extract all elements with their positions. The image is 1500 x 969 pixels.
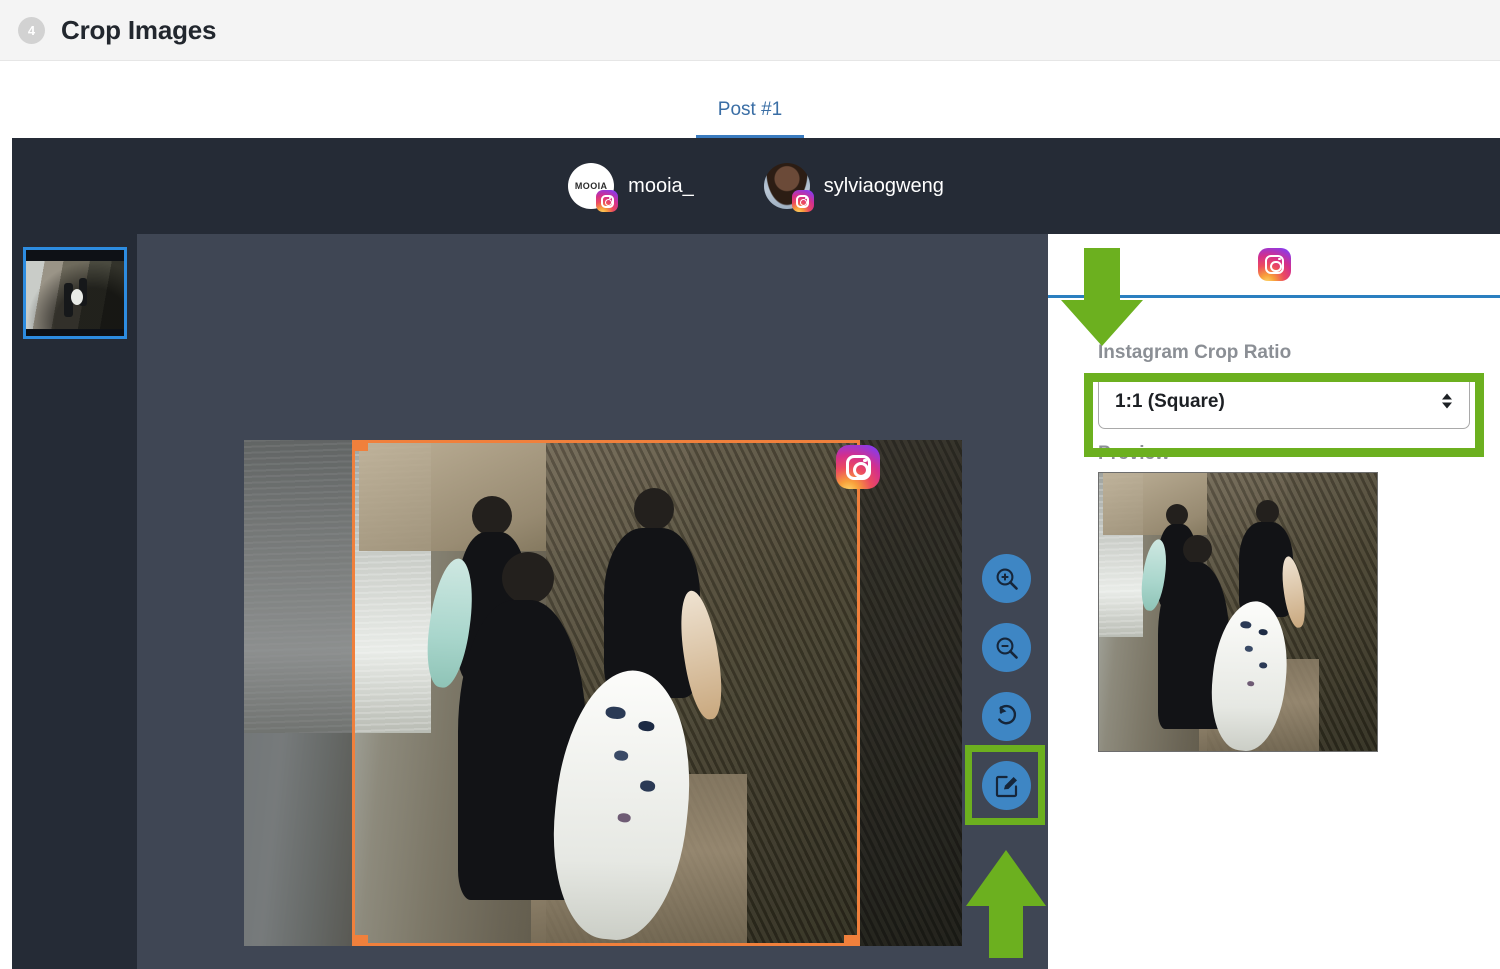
zoom-out-button[interactable] xyxy=(982,623,1031,672)
page-header: 4 Crop Images xyxy=(0,0,1500,61)
reset-button[interactable] xyxy=(982,692,1031,741)
thumbnail-item[interactable] xyxy=(23,247,127,339)
zoom-in-button[interactable] xyxy=(982,554,1031,603)
account-item[interactable]: sylviaogweng xyxy=(764,163,944,209)
instagram-icon[interactable] xyxy=(1258,248,1291,281)
instagram-badge-icon xyxy=(792,190,814,212)
account-name: mooia_ xyxy=(628,175,694,198)
undo-arrow-icon xyxy=(994,704,1020,730)
preview-image xyxy=(1098,473,1378,752)
crop-ratio-label: Instagram Crop Ratio xyxy=(1098,342,1464,364)
account-item[interactable]: MOOIA mooia_ xyxy=(568,163,694,209)
instagram-badge-icon xyxy=(596,190,618,212)
crop-editor: Instagram Crop Ratio 1:1 (Square) 4:5 (P… xyxy=(12,234,1500,969)
crop-canvas[interactable] xyxy=(137,234,1048,969)
avatar: MOOIA xyxy=(568,163,614,209)
thumbnail-image xyxy=(26,261,124,329)
account-name: sylviaogweng xyxy=(824,175,944,198)
magnifier-plus-icon xyxy=(994,566,1020,592)
avatar xyxy=(764,163,810,209)
source-image xyxy=(244,440,962,946)
crop-ratio-select[interactable]: 1:1 (Square) 4:5 (Portrait) 1.91:1 (Land… xyxy=(1098,373,1470,429)
preview-label: Preview xyxy=(1098,443,1464,465)
page-title: Crop Images xyxy=(61,15,216,46)
crop-images-screen: 4 Crop Images Post #1 MOOIA mooia_ sylvi… xyxy=(0,0,1500,969)
crop-preview xyxy=(1098,472,1378,752)
edit-button-highlight xyxy=(965,745,1045,825)
thumbnail-rail xyxy=(12,234,137,969)
instagram-badge-icon xyxy=(836,445,880,489)
post-tabs: Post #1 xyxy=(0,61,1500,138)
crop-settings-panel: Instagram Crop Ratio 1:1 (Square) 4:5 (P… xyxy=(1048,234,1500,969)
step-number-badge: 4 xyxy=(18,17,45,44)
magnifier-minus-icon xyxy=(994,635,1020,661)
tab-post-1[interactable]: Post #1 xyxy=(696,89,804,138)
account-bar: MOOIA mooia_ sylviaogweng xyxy=(12,138,1500,234)
network-tab-row xyxy=(1048,234,1500,295)
